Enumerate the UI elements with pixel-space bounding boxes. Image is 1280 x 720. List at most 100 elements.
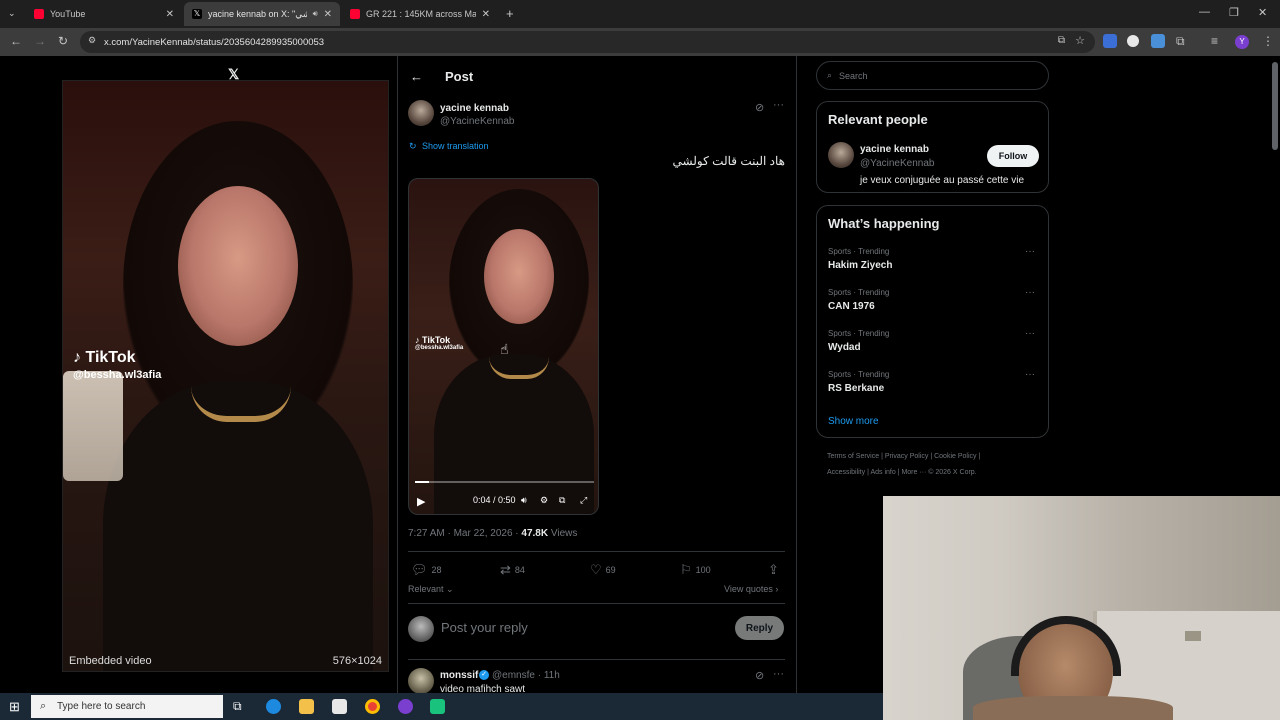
taskbar-search-placeholder: Type here to search	[57, 701, 146, 712]
view-quotes-link[interactable]: View quotes ›	[724, 584, 778, 594]
tab-search-icon[interactable]: ⌄	[8, 8, 16, 19]
more-options-icon[interactable]: ···	[1025, 246, 1035, 257]
comment-avatar[interactable]	[408, 668, 434, 693]
extensions-puzzle-icon[interactable]: ⧉	[1176, 34, 1185, 49]
tiktok-watermark: ♪ TikTok @bessha.wl3afia	[415, 335, 463, 351]
author-avatar[interactable]	[408, 100, 434, 126]
tab-gr221[interactable]: GR 221 : 145KM across Mallorca ✕	[342, 2, 498, 26]
youtube-icon	[350, 9, 360, 19]
tiktok-handle: @bessha.wl3afia	[73, 369, 162, 381]
share-icon[interactable]: ⇪	[768, 562, 779, 578]
tiktok-logo-icon: ♪	[73, 349, 81, 366]
address-bar[interactable]: ⚙︎ x.com/YacineKennab/status/20356042899…	[80, 31, 1095, 53]
app-icon[interactable]	[430, 699, 445, 714]
discord-icon[interactable]	[398, 699, 413, 714]
search-placeholder: Search	[839, 70, 868, 81]
footer-links[interactable]: Accessibility | Ads info | More ··· © 20…	[827, 469, 977, 476]
page-scrollbar[interactable]	[1272, 62, 1278, 150]
tiktok-label: TikTok	[85, 349, 136, 366]
more-options-icon[interactable]: ···	[773, 668, 784, 680]
reply-input[interactable]: Post your reply	[441, 620, 528, 635]
show-translation-link[interactable]: Show translation	[422, 141, 489, 151]
post-text: هاد البنت قالت كولشي	[672, 154, 785, 168]
site-info-icon[interactable]: ⚙︎	[88, 35, 96, 46]
like-action[interactable]: ♡ 69	[590, 562, 616, 578]
back-icon[interactable]: ←	[10, 34, 22, 48]
task-view-icon[interactable]: ⧉	[233, 699, 242, 714]
back-arrow-icon[interactable]: ←	[410, 69, 423, 84]
more-options-icon[interactable]: ···	[1025, 369, 1035, 380]
play-icon[interactable]: ▶	[417, 495, 425, 508]
media-control-icon[interactable]: ≡	[1211, 34, 1218, 48]
profile-avatar[interactable]: Y	[1235, 35, 1249, 49]
menu-kebab-icon[interactable]: ⋮	[1262, 34, 1274, 48]
webcam-overlay	[883, 496, 1280, 720]
comment-author[interactable]: monssif	[440, 670, 478, 681]
views-label: Views	[548, 528, 578, 539]
divider	[408, 603, 785, 604]
settings-icon[interactable]: ⚙︎	[540, 495, 548, 506]
author-name[interactable]: yacine kennab	[440, 103, 509, 114]
more-options-icon[interactable]: ···	[1025, 287, 1035, 298]
fullscreen-icon[interactable]: ⤢	[580, 495, 587, 506]
close-tab-icon[interactable]: ✕	[166, 9, 174, 20]
tab-x-post[interactable]: 𝕏 yacine kennab on X: "هاد البنت قالت كو…	[184, 2, 340, 26]
grok-icon[interactable]: ⊘	[755, 101, 764, 114]
minimize-button[interactable]: —	[1199, 6, 1210, 18]
card-title: Relevant people	[828, 112, 928, 127]
reply-button[interactable]: Reply	[735, 616, 784, 640]
pip-icon[interactable]: ⧉	[559, 495, 565, 506]
extension-icon-2[interactable]	[1151, 34, 1165, 48]
more-options-icon[interactable]: ···	[773, 99, 784, 111]
video-time: 0:04 / 0:50	[473, 495, 516, 505]
trend-name: RS Berkane	[828, 383, 885, 394]
volume-icon[interactable]: 🔊︎	[521, 495, 527, 506]
relevant-people-card: Relevant people yacine kennab @YacineKen…	[816, 101, 1049, 193]
reload-icon[interactable]: ↻	[58, 34, 68, 48]
close-tab-icon[interactable]: ✕	[324, 9, 332, 20]
person-handle[interactable]: @YacineKennab	[860, 158, 934, 169]
author-handle[interactable]: @YacineKennab	[440, 116, 514, 127]
grok-icon[interactable]: ⊘	[755, 669, 764, 682]
file-explorer-icon[interactable]	[299, 699, 314, 714]
bookmark-star-icon[interactable]: ☆	[1075, 34, 1085, 47]
video-progress-bar[interactable]	[415, 481, 594, 483]
trend-category: Sports · Trending	[828, 288, 890, 297]
like-count: 69	[605, 565, 616, 575]
new-tab-button[interactable]: +	[506, 6, 514, 21]
footer-links[interactable]: Terms of Service | Privacy Policy | Cook…	[827, 453, 980, 460]
more-options-icon[interactable]: ···	[1025, 328, 1035, 339]
reply-count: 28	[431, 565, 442, 575]
repost-count: 84	[514, 565, 525, 575]
post-timestamp[interactable]: 7:27 AM · Mar 22, 2026 ·	[408, 528, 521, 539]
chrome-icon[interactable]	[365, 699, 380, 714]
search-input[interactable]: ⌕ Search	[816, 61, 1049, 90]
bookmark-action[interactable]: ⚐ 100	[680, 562, 711, 578]
translate-extension-icon[interactable]	[1103, 34, 1117, 48]
mouse-cursor: ☝︎	[500, 341, 509, 357]
store-icon[interactable]	[332, 699, 347, 714]
translate-icon: ↻	[409, 141, 417, 151]
repost-icon: ⇄	[500, 562, 511, 577]
person-name[interactable]: yacine kennab	[860, 144, 929, 155]
windows-start-icon[interactable]: ⊞	[9, 699, 20, 715]
person-avatar[interactable]	[828, 142, 854, 168]
embedded-video-preview[interactable]: ♪ TikTok @bessha.wl3afia Embedded video …	[62, 80, 389, 672]
taskbar-search-input[interactable]: ⌕ Type here to search	[31, 695, 223, 718]
follow-button[interactable]: Follow	[987, 145, 1039, 167]
close-tab-icon[interactable]: ✕	[482, 9, 490, 20]
repost-action[interactable]: ⇄ 84	[500, 562, 525, 578]
post-meta: 7:27 AM · Mar 22, 2026 · 47.8K Views	[408, 528, 577, 539]
install-icon[interactable]: ⧉	[1058, 35, 1065, 46]
restore-button[interactable]: ❐	[1229, 6, 1239, 19]
url-text: x.com/YacineKennab/status/20356042899350…	[104, 36, 325, 48]
edge-icon[interactable]	[266, 699, 281, 714]
close-window-button[interactable]: ✕	[1258, 6, 1267, 19]
sort-replies-dropdown[interactable]: Relevant ⌄	[408, 584, 454, 595]
show-more-link[interactable]: Show more	[828, 416, 879, 427]
speaker-icon[interactable]: 🔊︎	[313, 9, 318, 19]
reply-action[interactable]: 💬︎ 28	[411, 562, 442, 578]
extension-icon[interactable]	[1127, 35, 1139, 47]
forward-icon[interactable]: →	[34, 34, 46, 48]
tab-youtube[interactable]: YouTube ✕	[26, 2, 182, 26]
